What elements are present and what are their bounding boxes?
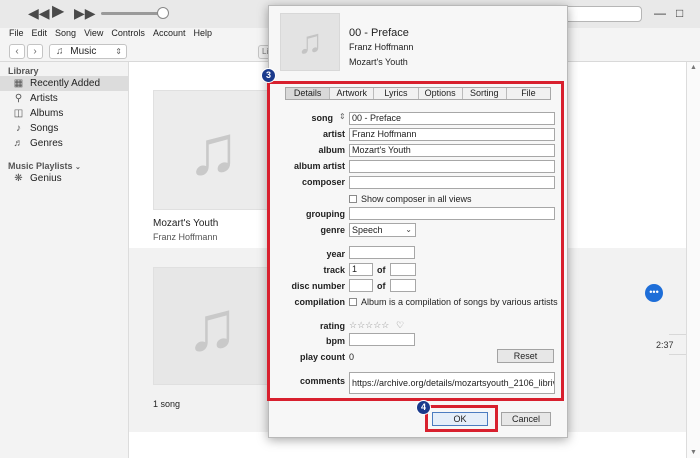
fast-forward-icon[interactable]: ▶▶ xyxy=(74,6,96,20)
grid-icon: ▦ xyxy=(13,78,24,89)
album-icon: ◫ xyxy=(13,108,24,119)
note-icon: ♫ xyxy=(56,46,64,57)
scroll-up-icon[interactable]: ▲ xyxy=(690,64,697,71)
playlists-heading[interactable]: Music Playlists ⌄ xyxy=(0,157,128,171)
music-note-icon: ♫ xyxy=(186,111,240,189)
song-duration: 2:37 xyxy=(656,340,674,350)
play-icon[interactable]: ▶ xyxy=(52,4,64,20)
album-title[interactable]: Mozart's Youth xyxy=(153,218,218,229)
step-badge-4: 4 xyxy=(416,400,431,415)
sidebar-item-label: Genres xyxy=(30,138,63,149)
volume-slider[interactable] xyxy=(101,12,165,15)
media-kind-select[interactable]: ♫ Music ⇕ xyxy=(49,44,127,59)
library-heading: Library xyxy=(8,66,39,76)
menu-controls[interactable]: Controls xyxy=(111,28,145,42)
menu-help[interactable]: Help xyxy=(193,28,212,42)
dialog-artist: Franz Hoffmann xyxy=(349,42,414,52)
genius-icon: ❋ xyxy=(14,173,23,184)
cancel-button[interactable]: Cancel xyxy=(501,412,551,426)
details-highlight-box xyxy=(267,81,564,401)
album-artwork[interactable]: ♫ xyxy=(153,90,273,210)
sidebar-item-recently-added[interactable]: ▦ Recently Added xyxy=(0,76,128,91)
media-kind-label: Music xyxy=(70,46,97,57)
scrollbar[interactable]: ▲ ▼ xyxy=(686,62,700,458)
scroll-down-icon[interactable]: ▼ xyxy=(690,449,697,456)
maximize-icon[interactable]: □ xyxy=(676,6,683,20)
sidebar-item-albums[interactable]: ◫ Albums xyxy=(0,106,128,121)
album-detail-artwork: ♫ xyxy=(153,267,271,385)
sidebar-item-genres[interactable]: ♬ Genres xyxy=(0,136,128,151)
menu-account[interactable]: Account xyxy=(153,28,186,42)
menu-file[interactable]: File xyxy=(9,28,24,42)
sidebar-item-label: Songs xyxy=(30,123,59,134)
more-options-button[interactable]: ••• xyxy=(645,284,663,302)
sidebar-item-label: Artists xyxy=(30,93,58,104)
dialog-album: Mozart's Youth xyxy=(349,57,408,67)
sidebar-item-label: Genius xyxy=(30,173,62,184)
menu-song[interactable]: Song xyxy=(55,28,76,42)
album-artist[interactable]: Franz Hoffmann xyxy=(153,232,217,242)
sidebar-item-label: Recently Added xyxy=(30,78,101,89)
chevron-down-icon: ⌄ xyxy=(75,164,81,171)
volume-knob[interactable] xyxy=(157,7,169,19)
song-count: 1 song xyxy=(153,399,181,409)
ok-highlight-box xyxy=(425,405,498,432)
menu-view[interactable]: View xyxy=(84,28,103,42)
note-icon: ♪ xyxy=(16,123,21,134)
music-note-icon: ♫ xyxy=(185,287,239,365)
rewind-icon[interactable]: ◀◀ xyxy=(28,6,50,20)
sidebar-item-songs[interactable]: ♪ Songs xyxy=(0,121,128,136)
step-badge-3: 3 xyxy=(261,68,276,83)
chevron-updown-icon: ⇕ xyxy=(115,47,122,56)
playlists-heading-label: Music Playlists xyxy=(8,161,73,171)
dialog-artwork: ♫ xyxy=(280,13,340,71)
dialog-song-title: 00 - Preface xyxy=(349,27,409,39)
back-button[interactable]: ‹ xyxy=(9,44,25,59)
genres-icon: ♬ xyxy=(13,138,24,149)
microphone-icon: ⚲ xyxy=(14,93,23,104)
sidebar-item-genius[interactable]: ❋ Genius xyxy=(0,171,128,186)
menu-edit[interactable]: Edit xyxy=(32,28,48,42)
sidebar-item-artists[interactable]: ⚲ Artists xyxy=(0,91,128,106)
forward-button[interactable]: › xyxy=(27,44,43,59)
sidebar: Library ▦ Recently Added ⚲ Artists ◫ Alb… xyxy=(0,62,129,458)
music-note-icon: ♫ xyxy=(297,22,323,61)
minimize-icon[interactable]: — xyxy=(654,6,666,20)
sidebar-item-label: Albums xyxy=(30,108,64,119)
